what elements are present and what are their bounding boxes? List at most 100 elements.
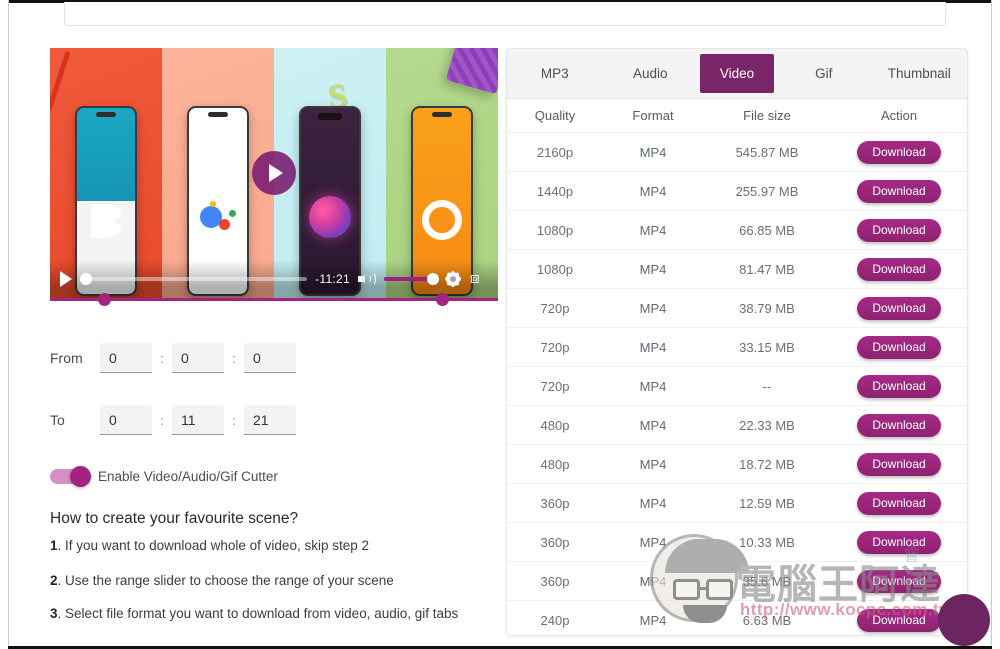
download-button[interactable]: Download <box>857 452 941 476</box>
left-column: S -11:21 ⧈ From 0: 0: 0 To 0: 11: 21… <box>50 48 500 639</box>
tab-video[interactable]: Video <box>700 54 774 93</box>
table-row: 480p MP4 18.72 MB Download <box>507 445 967 484</box>
howto-step-3: 3. Select file format you want to downlo… <box>50 605 500 623</box>
volume-slider[interactable] <box>384 273 439 285</box>
enable-cutter-label: Enable Video/Audio/Gif Cutter <box>98 469 278 484</box>
table-row: 720p MP4 33.15 MB Download <box>507 328 967 367</box>
siri-icon <box>309 196 351 238</box>
table-row: 720p MP4 -- Download <box>507 367 967 406</box>
from-seconds-input[interactable] <box>244 343 296 373</box>
to-minutes-input[interactable] <box>172 405 224 435</box>
howto-title: How to create your favourite scene? <box>50 510 299 527</box>
cell-quality: 720p <box>540 339 570 355</box>
download-button[interactable]: Download <box>857 374 941 398</box>
cell-quality: 480p <box>540 456 570 472</box>
cell-filesize: -- <box>762 378 772 394</box>
howto-step-1: 1. If you want to download whole of vide… <box>50 537 500 555</box>
download-button[interactable]: Download <box>857 608 941 632</box>
tab-thumbnail[interactable]: Thumbnail <box>872 49 968 98</box>
download-button[interactable]: Download <box>857 296 941 320</box>
cell-filesize: 18.72 MB <box>739 456 795 472</box>
tab-mp3[interactable]: MP3 <box>507 49 603 98</box>
video-player[interactable]: S -11:21 ⧈ <box>50 48 498 298</box>
range-handle-end[interactable] <box>436 293 449 306</box>
download-button[interactable]: Download <box>857 140 941 164</box>
google-assistant-icon <box>198 200 238 240</box>
from-minutes-input[interactable] <box>172 343 224 373</box>
table-row: 2160p MP4 545.87 MB Download <box>507 133 967 172</box>
cell-format: MP4 <box>639 573 667 589</box>
play-overlay-button[interactable] <box>252 151 296 195</box>
table-row: 360p MP4 10.33 MB Download <box>507 523 967 562</box>
gear-icon[interactable] <box>444 270 462 288</box>
download-button[interactable]: Download <box>857 491 941 515</box>
cell-format: MP4 <box>639 339 667 355</box>
cell-action: Download <box>831 140 967 164</box>
table-row: 480p MP4 22.33 MB Download <box>507 406 967 445</box>
cell-filesize: 38.79 MB <box>739 300 795 316</box>
time-separator: : <box>232 350 236 366</box>
cell-action: Download <box>831 335 967 359</box>
cell-format: MP4 <box>639 183 667 199</box>
cutter-range-slider[interactable] <box>50 293 498 311</box>
cell-format: MP4 <box>639 222 667 238</box>
cell-action: Download <box>831 413 967 437</box>
download-button[interactable]: Download <box>857 569 941 593</box>
download-button[interactable]: Download <box>857 413 941 437</box>
cell-format: MP4 <box>639 378 667 394</box>
window-frame-left <box>8 0 9 646</box>
fullscreen-icon[interactable]: ⧈ <box>470 270 488 288</box>
table-row: 720p MP4 38.79 MB Download <box>507 289 967 328</box>
to-hours-input[interactable] <box>100 405 152 435</box>
volume-high-icon[interactable] <box>358 271 376 287</box>
cell-filesize: 66.85 MB <box>739 222 795 238</box>
cell-quality: 360p <box>540 573 570 589</box>
tab-gif[interactable]: Gif <box>776 49 872 98</box>
download-button[interactable]: Download <box>857 218 941 242</box>
table-row: 1080p MP4 81.47 MB Download <box>507 250 967 289</box>
page-root: S -11:21 ⧈ From 0: 0: 0 To 0: 11: 21… <box>0 0 1000 649</box>
cell-action: Download <box>831 296 967 320</box>
cutter-toggle-row: Enable Video/Audio/Gif Cutter <box>50 466 500 487</box>
cube-prop <box>445 48 498 95</box>
enable-cutter-toggle[interactable] <box>50 466 91 487</box>
download-button[interactable]: Download <box>857 335 941 359</box>
cell-format: MP4 <box>639 495 667 511</box>
download-button[interactable]: Download <box>857 179 941 203</box>
howto-section: How to create your favourite scene? 1. I… <box>50 510 500 623</box>
to-label: To <box>50 412 65 428</box>
cell-quality: 480p <box>540 417 570 433</box>
download-button[interactable]: Download <box>857 257 941 281</box>
cell-quality: 1440p <box>536 183 574 199</box>
from-time-row: From : : <box>50 343 500 373</box>
cell-format: MP4 <box>639 144 667 160</box>
cell-filesize: 33.15 MB <box>739 339 795 355</box>
to-time-row: To : : <box>50 405 500 435</box>
cell-action: Download <box>831 452 967 476</box>
format-tabs: MP3 Audio Video Gif Thumbnail <box>507 49 967 99</box>
cell-quality: 1080p <box>536 222 574 238</box>
cell-action: Download <box>831 374 967 398</box>
toggle-knob <box>70 466 91 487</box>
phone-notch <box>318 113 342 120</box>
cell-quality: 360p <box>540 495 570 511</box>
download-button[interactable]: Download <box>857 530 941 554</box>
column-header-format: Format <box>632 108 674 123</box>
from-hours-input[interactable] <box>100 343 152 373</box>
volume-handle[interactable] <box>427 273 439 285</box>
time-separator: : <box>160 350 164 366</box>
cell-quality: 240p <box>540 612 570 628</box>
step-text: If you want to download whole of video, … <box>65 538 369 553</box>
table-row: 1080p MP4 66.85 MB Download <box>507 211 967 250</box>
step-dot: . <box>57 606 62 622</box>
play-icon[interactable] <box>60 271 72 287</box>
url-input[interactable] <box>64 2 946 26</box>
to-seconds-input[interactable] <box>244 405 296 435</box>
seek-handle[interactable] <box>80 273 92 285</box>
cell-action: Download <box>831 530 967 554</box>
floating-action-button[interactable] <box>938 594 990 646</box>
cell-filesize: 12.59 MB <box>739 495 795 511</box>
tab-audio[interactable]: Audio <box>603 49 699 98</box>
seek-slider[interactable] <box>80 273 308 285</box>
range-handle-start[interactable] <box>98 293 111 306</box>
